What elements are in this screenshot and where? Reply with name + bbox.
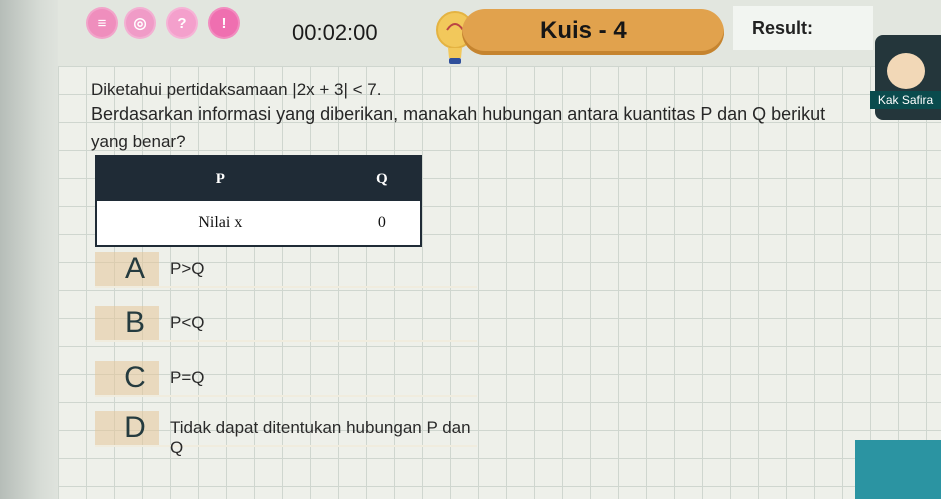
question-line-2: Berdasarkan informasi yang diberikan, ma… [91,104,826,124]
option-c-letter: C [124,361,146,394]
option-b-text: P<Q [170,313,205,332]
question-line-1: Diketahui pertidaksamaan |2x + 3| < 7. [91,80,382,99]
table-header-q: Q [343,156,421,201]
table-cell-p: Nilai x [96,201,344,246]
quiz-title: Kuis - 4 [540,17,627,44]
option-b[interactable]: B P<Q [95,306,477,342]
option-c-text: P=Q [170,368,205,387]
option-d[interactable]: D Tidak dapat ditentukan hubungan P dan … [95,411,477,457]
help-icon[interactable]: ? [166,7,198,39]
timer: 00:02:00 [292,20,378,45]
menu-icon[interactable]: ≡ [86,7,118,39]
option-b-letter: B [124,306,145,339]
table-header-p: P [96,156,344,201]
table-cell-q: 0 [343,201,421,246]
option-d-text: Tidak dapat ditentukan hubungan P dan Q [170,418,471,457]
left-edge [0,0,58,499]
quantity-table: P Q Nilai x 0 [95,155,422,247]
option-a-text: P>Q [170,259,205,278]
alert-icon[interactable]: ! [208,7,240,39]
target-icon[interactable]: ◎ [124,7,156,39]
name-tag: Kak Safira [870,91,941,109]
corner-decoration [855,440,941,499]
option-a[interactable]: A P>Q [95,252,477,288]
option-c[interactable]: C P=Q [95,361,477,397]
question-line-3: yang benar? [91,132,186,151]
option-d-letter: D [124,411,146,444]
option-a-letter: A [124,252,145,285]
result-label: Result: [752,18,814,38]
